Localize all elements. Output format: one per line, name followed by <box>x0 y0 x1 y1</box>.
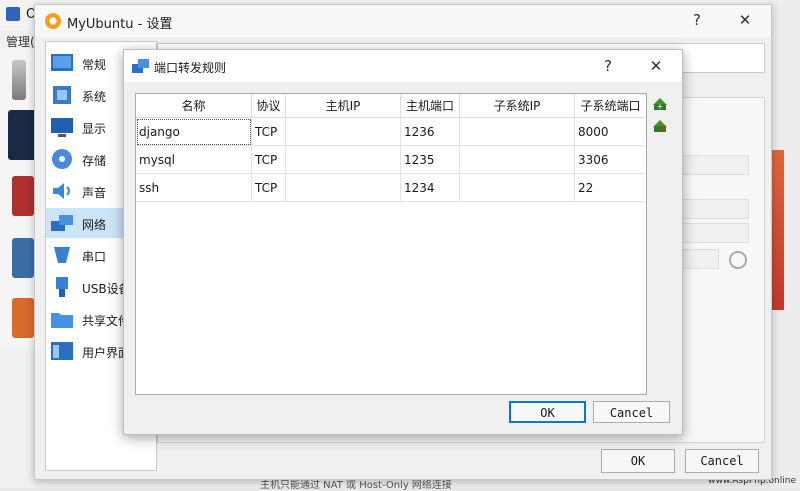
cell-host-ip[interactable] <box>286 174 401 202</box>
sidebar-item-label: 网络 <box>82 218 107 232</box>
cell-protocol[interactable]: TCP <box>252 118 286 146</box>
sidebar-item-label: 存储 <box>82 154 107 168</box>
column-header-host-ip[interactable]: 主机IP <box>286 94 401 118</box>
app-logo-icon <box>6 7 20 21</box>
dialog-help-button[interactable]: ? <box>594 57 622 75</box>
sidebar-item-label: 系统 <box>82 90 107 104</box>
vm-preview <box>772 150 784 310</box>
cell-host-ip[interactable] <box>286 146 401 174</box>
sidebar-item-label: 常规 <box>82 58 107 72</box>
usb-icon <box>56 277 68 297</box>
network-icon <box>51 215 73 231</box>
sidebar-item-label: 声音 <box>82 186 107 200</box>
dialog-ok-button[interactable]: OK <box>509 401 586 423</box>
sidebar-item-label: 串口 <box>82 250 107 264</box>
settings-cancel-button[interactable]: Cancel <box>685 449 759 473</box>
help-button[interactable]: ? <box>683 11 711 29</box>
cell-protocol[interactable]: TCP <box>252 174 286 202</box>
settings-title: MyUbuntu - 设置 <box>67 17 173 32</box>
settings-gear-icon <box>45 13 61 29</box>
cell-name[interactable]: mysql <box>136 146 252 174</box>
cell-host-port[interactable]: 1234 <box>401 174 460 202</box>
remove-rule-icon[interactable]: ✕ <box>651 116 669 134</box>
storage-icon <box>52 149 72 169</box>
manager-details-pane <box>768 0 800 488</box>
dialog-titlebar: 端口转发规则 ? ✕ <box>124 50 682 82</box>
dialog-cancel-button[interactable]: Cancel <box>593 401 670 423</box>
audio-icon <box>53 183 70 199</box>
dialog-close-button[interactable]: ✕ <box>642 57 670 75</box>
general-icon <box>51 54 73 71</box>
column-header-protocol[interactable]: 协议 <box>252 94 286 118</box>
column-header-host-port[interactable]: 主机端口 <box>401 94 460 118</box>
port-forwarding-table[interactable]: 名称 协议 主机IP 主机端口 子系统IP 子系统端口 django TCP 1… <box>135 93 647 395</box>
shared-folder-icon <box>51 313 73 328</box>
cell-guest-port[interactable]: 3306 <box>575 146 646 174</box>
svg-text:+: + <box>657 102 664 111</box>
system-icon <box>53 86 71 104</box>
column-header-name[interactable]: 名称 <box>136 94 252 118</box>
vm-tile[interactable] <box>12 238 34 278</box>
table-row[interactable]: ssh TCP 1234 22 <box>136 174 646 202</box>
add-rule-icon[interactable]: + <box>651 94 669 112</box>
display-icon <box>51 118 73 137</box>
sidebar-item-label: 显示 <box>82 122 107 136</box>
manager-vm-list <box>0 48 38 348</box>
cell-guest-ip[interactable] <box>460 146 575 174</box>
serial-port-icon <box>54 247 70 263</box>
cell-guest-port[interactable]: 22 <box>575 174 646 202</box>
tools-icon[interactable] <box>12 60 26 100</box>
vm-tile[interactable] <box>12 176 34 216</box>
cell-guest-ip[interactable] <box>460 174 575 202</box>
svg-text:✕: ✕ <box>659 124 667 134</box>
settings-titlebar: MyUbuntu - 设置 ? ✕ <box>35 5 771 37</box>
cell-guest-ip[interactable] <box>460 118 575 146</box>
dialog-title: 端口转发规则 <box>154 61 227 75</box>
refresh-mac-icon[interactable] <box>729 251 747 269</box>
column-header-guest-ip[interactable]: 子系统IP <box>460 94 575 118</box>
user-interface-icon <box>51 342 73 360</box>
cell-protocol[interactable]: TCP <box>252 146 286 174</box>
table-row[interactable]: mysql TCP 1235 3306 <box>136 146 646 174</box>
cell-name[interactable]: ssh <box>136 174 252 202</box>
cell-host-port[interactable]: 1235 <box>401 146 460 174</box>
port-forwarding-dialog: 端口转发规则 ? ✕ 名称 协议 主机IP 主机端口 子系统IP 子系统端口 d… <box>123 49 683 435</box>
column-header-guest-port[interactable]: 子系统端口 <box>575 94 646 118</box>
cell-host-port[interactable]: 1236 <box>401 118 460 146</box>
network-icon <box>132 59 149 73</box>
table-row[interactable]: django TCP 1236 8000 <box>136 118 646 146</box>
settings-ok-button[interactable]: OK <box>601 449 675 473</box>
vm-tile[interactable] <box>12 298 34 338</box>
cell-name[interactable]: django <box>136 118 252 146</box>
close-button[interactable]: ✕ <box>731 11 759 29</box>
cell-guest-port[interactable]: 8000 <box>575 118 646 146</box>
cell-host-ip[interactable] <box>286 118 401 146</box>
